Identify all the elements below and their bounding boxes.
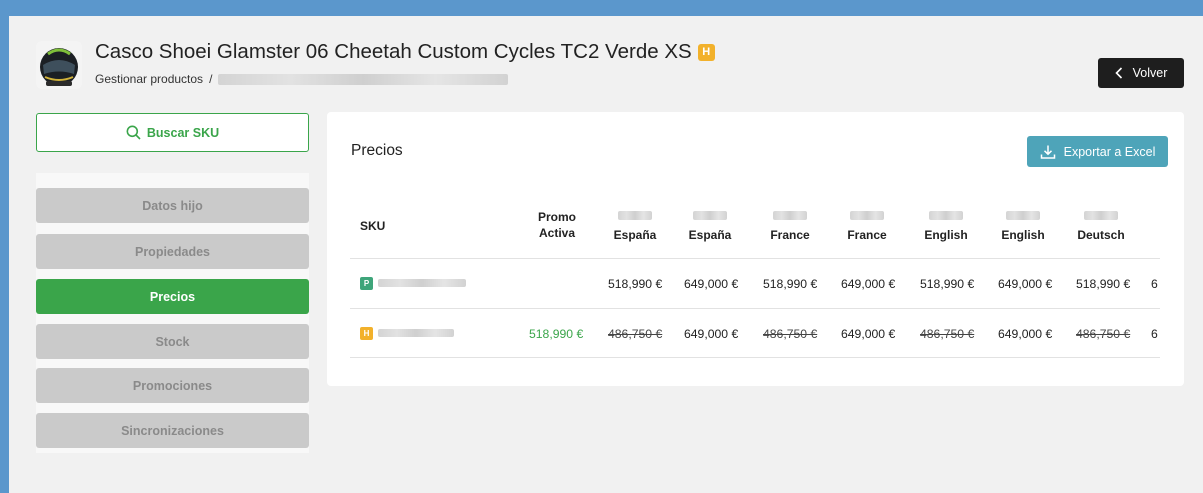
breadcrumb: Gestionar productos / — [95, 72, 509, 86]
breadcrumb-redacted — [218, 73, 509, 85]
promo-price-cell: 518,990 € — [529, 327, 584, 341]
breadcrumb-separator: / — [209, 72, 213, 86]
table-row[interactable]: P 518,990 € 649,000 € 518,990 € 649,000 … — [350, 259, 1184, 308]
price-cell: 518,990 € — [608, 277, 663, 291]
sku-code-redacted[interactable] — [378, 279, 466, 287]
price-cell: 649,000 € — [998, 327, 1053, 341]
sidebar-nav: Datos hijo Propiedades Precios Stock Pro… — [36, 173, 309, 453]
sidebar-item-stock[interactable]: Stock — [36, 324, 309, 359]
export-excel-button[interactable]: Exportar a Excel — [1027, 136, 1168, 167]
price-cell: 486,750 € — [1076, 327, 1131, 341]
prices-card: Precios Exportar a Excel SKU Promo Activ… — [327, 112, 1184, 386]
price-cell: 518,990 € — [920, 277, 975, 291]
price-cell: 649,000 € — [998, 277, 1053, 291]
helmet-icon — [36, 41, 82, 89]
breadcrumb-link-products[interactable]: Gestionar productos — [95, 72, 203, 86]
column-header-price: España — [605, 211, 665, 242]
column-header-price: Deutsch — [1071, 211, 1131, 242]
column-header-price: France — [760, 211, 820, 242]
column-header-price: France — [837, 211, 897, 242]
column-header-price: English — [993, 211, 1053, 242]
price-cell: 649,000 € — [841, 277, 896, 291]
sidebar-item-datos-hijo[interactable]: Datos hijo — [36, 188, 309, 223]
price-cell: 518,990 € — [763, 277, 818, 291]
type-badge: H — [697, 44, 715, 61]
sku-badge-parent: P — [360, 277, 373, 290]
product-thumbnail — [36, 41, 82, 89]
sidebar-item-sincronizaciones[interactable]: Sincronizaciones — [36, 413, 309, 448]
price-cell: 486,750 € — [920, 327, 975, 341]
sku-code-redacted[interactable] — [378, 329, 454, 337]
price-cell: 486,750 € — [763, 327, 818, 341]
export-excel-label: Exportar a Excel — [1063, 144, 1156, 159]
search-sku-button[interactable]: Buscar SKU — [36, 113, 309, 152]
sidebar-item-propiedades[interactable]: Propiedades — [36, 234, 309, 269]
column-header-price: English — [916, 211, 976, 242]
sidebar-item-precios[interactable]: Precios — [36, 279, 309, 314]
table-row[interactable]: H 518,990 € 486,750 € 649,000 € 486,750 … — [350, 309, 1184, 358]
sidebar-item-promociones[interactable]: Promociones — [36, 368, 309, 403]
download-icon — [1040, 145, 1055, 159]
table-divider — [350, 357, 1160, 358]
column-header-price: España — [680, 211, 740, 242]
column-header-sku: SKU — [360, 219, 386, 233]
search-sku-label: Buscar SKU — [146, 125, 220, 140]
back-button[interactable]: Volver — [1098, 58, 1184, 88]
price-cell: 649,000 € — [684, 277, 739, 291]
price-cell: 649,000 € — [841, 327, 896, 341]
price-cell: 518,990 € — [1076, 277, 1131, 291]
price-cell-truncated: 6 — [1151, 327, 1158, 341]
search-icon — [126, 125, 141, 140]
product-name: Casco Shoei Glamster 06 Cheetah Custom C… — [95, 40, 692, 63]
prices-table: SKU Promo Activa España España France Fr… — [350, 192, 1184, 362]
price-cell: 649,000 € — [684, 327, 739, 341]
price-cell-truncated: 6 — [1151, 277, 1158, 291]
app-frame: Casco Shoei Glamster 06 Cheetah Custom C… — [9, 16, 1203, 493]
page-title: Casco Shoei Glamster 06 Cheetah Custom C… — [95, 40, 715, 64]
chevron-left-icon — [1114, 67, 1122, 79]
back-button-label: Volver — [1132, 66, 1168, 80]
column-header-promo: Promo Activa — [537, 210, 576, 240]
price-cell: 486,750 € — [608, 327, 663, 341]
section-title: Precios — [351, 142, 403, 159]
sku-badge-child: H — [360, 327, 373, 340]
